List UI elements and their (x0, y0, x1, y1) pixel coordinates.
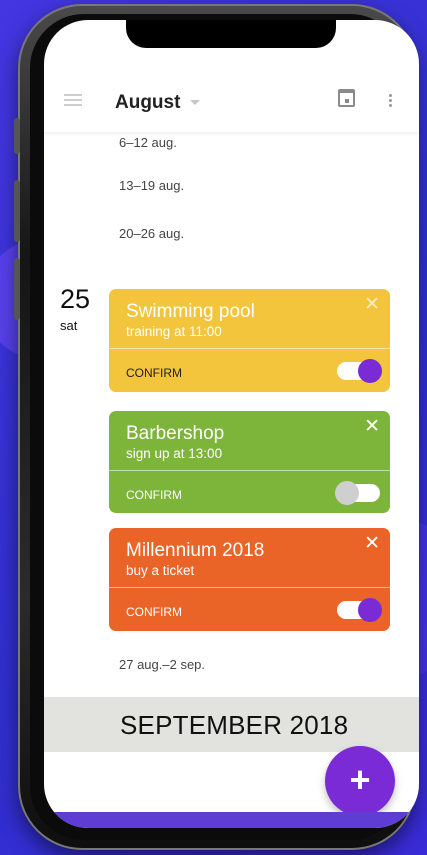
screen-bottom-edge (44, 812, 419, 828)
event-divider (109, 348, 390, 349)
phone-volume-down (14, 258, 20, 320)
event-title: Swimming pool (126, 301, 255, 322)
month-selector[interactable]: August (115, 92, 180, 114)
confirm-label: CONFIRM (126, 605, 182, 619)
week-row[interactable]: 20–26 aug. (119, 226, 184, 241)
phone-notch (126, 20, 336, 48)
event-subtitle: sign up at 13:00 (126, 446, 223, 461)
calendar-icon[interactable] (338, 89, 355, 107)
event-title: Barbershop (126, 423, 225, 444)
add-button[interactable]: + (325, 746, 395, 816)
week-row[interactable]: 27 aug.–2 sep. (119, 657, 205, 672)
day-weekday: sat (60, 318, 78, 333)
event-card[interactable]: Swimming pool training at 11:00 ✕ CONFIR… (109, 289, 390, 392)
event-card[interactable]: Barbershop sign up at 13:00 ✕ CONFIRM (109, 411, 390, 513)
event-card[interactable]: Millennium 2018 buy a ticket ✕ CONFIRM (109, 528, 390, 631)
toggle-knob (358, 598, 382, 622)
confirm-toggle[interactable] (337, 598, 382, 622)
toggle-knob (335, 481, 359, 505)
event-divider (109, 587, 390, 588)
confirm-toggle[interactable] (337, 359, 382, 383)
close-icon[interactable]: ✕ (364, 295, 380, 315)
add-icon: + (349, 759, 371, 800)
chevron-down-icon[interactable] (190, 100, 200, 105)
month-banner-label: SEPTEMBER 2018 (120, 710, 349, 740)
close-icon[interactable]: ✕ (364, 417, 380, 437)
app-bar: August (44, 70, 419, 132)
toggle-knob (358, 359, 382, 383)
event-subtitle: buy a ticket (126, 563, 195, 578)
week-row[interactable]: 13–19 aug. (119, 178, 184, 193)
close-icon[interactable]: ✕ (364, 534, 380, 554)
event-title: Millennium 2018 (126, 540, 265, 561)
phone-silent-switch (14, 118, 20, 154)
more-vertical-icon[interactable] (389, 93, 392, 107)
month-banner: SEPTEMBER 2018 (44, 697, 419, 752)
confirm-label: CONFIRM (126, 488, 182, 502)
confirm-label: CONFIRM (126, 366, 182, 380)
week-row[interactable]: 6–12 aug. (119, 135, 177, 150)
day-number: 25 (60, 284, 91, 314)
app-screen: August 6–12 aug. 13–19 aug. 20–26 aug. 2… (44, 20, 419, 828)
confirm-toggle[interactable] (335, 481, 380, 505)
phone-volume-up (14, 180, 20, 242)
event-divider (109, 470, 390, 471)
menu-icon[interactable] (64, 94, 82, 106)
event-subtitle: training at 11:00 (126, 324, 222, 339)
